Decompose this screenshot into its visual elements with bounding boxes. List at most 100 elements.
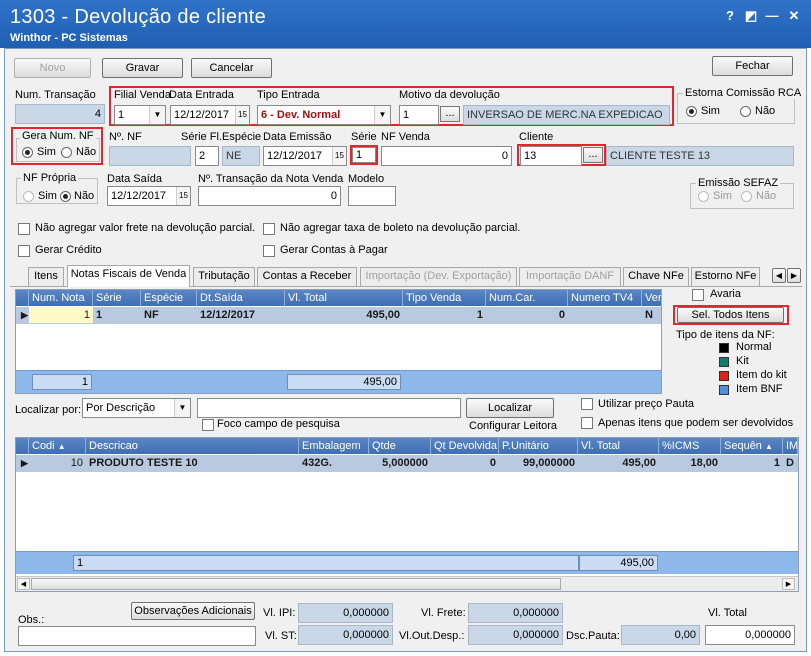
table-row[interactable]: ▶ 1 1 NF 12/12/2017 495,00 1 0 N xyxy=(16,307,661,324)
nao-agregar-frete-checkbox[interactable] xyxy=(18,223,30,235)
gerar-credito-checkbox[interactable] xyxy=(18,245,30,257)
nf-col-num-car[interactable]: Num.Car. xyxy=(486,290,568,306)
tab-importacao-danf[interactable]: Importação DANF xyxy=(519,267,621,286)
cell-p-unitario[interactable]: 99,000000 xyxy=(499,455,578,471)
data-entrada-field[interactable]: 12/12/2017 15 xyxy=(170,105,250,125)
apenas-devolvidos-checkbox[interactable] xyxy=(581,417,593,429)
estorna-sim-radio[interactable] xyxy=(686,106,697,117)
ntrans-nota-field[interactable]: 0 xyxy=(198,186,341,206)
nf-venda-field[interactable]: 0 xyxy=(381,146,512,166)
cell-num-nota[interactable]: 1 xyxy=(29,307,93,323)
gravar-button[interactable]: Gravar xyxy=(102,58,183,78)
nf-grid[interactable]: Num. Nota Série Espécie Dt.Saída Vl. Tot… xyxy=(15,289,662,394)
table-row[interactable]: ▶ 10 PRODUTO TESTE 10 432G. 5,000000 0 9… xyxy=(16,455,798,472)
items-col-descricao[interactable]: Descricao xyxy=(86,438,299,454)
search-input[interactable] xyxy=(197,398,461,418)
calendar-icon[interactable]: 15 xyxy=(176,187,190,205)
scroll-left-icon[interactable]: ◀ xyxy=(17,578,30,590)
items-grid[interactable]: Codi ▲ Descricao Embalagem Qtde Qt Devol… xyxy=(15,437,799,592)
nf-col-tipo-venda[interactable]: Tipo Venda xyxy=(403,290,486,306)
nf-col-num-nota[interactable]: Num. Nota xyxy=(29,290,93,306)
cell-sequencia[interactable]: 1 xyxy=(721,455,783,471)
cliente-cod-field[interactable]: 13 xyxy=(520,146,582,166)
minimize-icon[interactable]: — xyxy=(764,8,780,24)
tab-importacao-exportacao[interactable]: Importação (Dev. Exportação) xyxy=(360,267,517,286)
obs-field[interactable] xyxy=(18,626,256,646)
items-col-vl-total[interactable]: Vl. Total xyxy=(578,438,659,454)
scrollbar-thumb[interactable] xyxy=(31,578,561,590)
nf-propria-nao-radio[interactable] xyxy=(60,191,71,202)
cell-embalagem[interactable]: 432G. xyxy=(299,455,369,471)
serie-field[interactable]: 1 xyxy=(352,147,376,163)
horizontal-scrollbar[interactable]: ◀ ▶ xyxy=(16,576,798,591)
cell-ver[interactable]: N xyxy=(642,307,662,323)
vl-total-field[interactable]: 0,000000 xyxy=(705,625,795,645)
cell-qtde[interactable]: 5,000000 xyxy=(369,455,431,471)
localizar-por-select[interactable]: Por Descrição ▼ xyxy=(82,398,191,418)
scroll-right-icon[interactable]: ▶ xyxy=(782,578,795,590)
cell-tipo-venda[interactable]: 1 xyxy=(403,307,486,323)
items-col-embalagem[interactable]: Embalagem xyxy=(299,438,369,454)
cell-descricao[interactable]: PRODUTO TESTE 10 xyxy=(86,455,299,471)
tab-tributacao[interactable]: Tributação xyxy=(193,267,255,286)
nf-propria-sim-radio[interactable] xyxy=(23,191,34,202)
cell-num-car[interactable]: 0 xyxy=(486,307,568,323)
tab-scroll-left-icon[interactable]: ◀ xyxy=(772,268,786,283)
items-col-qtde[interactable]: Qtde xyxy=(369,438,431,454)
restore-icon[interactable]: ◩ xyxy=(743,8,759,24)
sefaz-nao-radio[interactable] xyxy=(741,191,752,202)
calendar-icon[interactable]: 15 xyxy=(235,106,249,124)
sefaz-sim-radio[interactable] xyxy=(698,191,709,202)
tab-scroll-right-icon[interactable]: ▶ xyxy=(787,268,801,283)
nf-col-numero-tv4[interactable]: Numero TV4 xyxy=(568,290,642,306)
sel-todos-itens-button[interactable]: Sel. Todos Itens xyxy=(677,307,784,323)
gerar-contas-checkbox[interactable] xyxy=(263,245,275,257)
calendar-icon[interactable]: 15 xyxy=(332,147,346,165)
data-emissao-field[interactable]: 12/12/2017 15 xyxy=(263,146,347,166)
motivo-cod-field[interactable]: 1 xyxy=(399,105,439,125)
nf-col-ver[interactable]: Ver xyxy=(642,290,662,306)
nf-col-vl-total[interactable]: Vl. Total xyxy=(285,290,403,306)
motivo-lookup-button[interactable]: ... xyxy=(440,106,460,122)
tab-contas-receber[interactable]: Contas a Receber xyxy=(257,267,357,286)
cell-especie[interactable]: NF xyxy=(141,307,197,323)
items-col-icms[interactable]: %ICMS xyxy=(659,438,721,454)
tab-notas-fiscais[interactable]: Notas Fiscais de Venda xyxy=(67,265,190,287)
tab-estorno-nfe[interactable]: Estorno NFe xyxy=(691,267,760,286)
items-col-imp[interactable]: IMP xyxy=(783,438,798,454)
help-icon[interactable]: ? xyxy=(722,8,738,24)
chevron-down-icon[interactable]: ▼ xyxy=(374,106,390,124)
cell-vl-total[interactable]: 495,00 xyxy=(578,455,659,471)
items-col-sequencia[interactable]: Sequên ▲ xyxy=(721,438,783,454)
cell-numero-tv4[interactable] xyxy=(568,307,642,323)
items-col-codi[interactable]: Codi ▲ xyxy=(29,438,86,454)
cell-dt-saida[interactable]: 12/12/2017 xyxy=(197,307,285,323)
chevron-down-icon[interactable]: ▼ xyxy=(149,106,165,124)
avaria-checkbox[interactable] xyxy=(692,289,704,301)
foco-checkbox[interactable] xyxy=(202,419,214,431)
gera-nf-sim-radio[interactable] xyxy=(22,147,33,158)
serie-fl-field[interactable]: 2 xyxy=(195,146,219,166)
observacoes-button[interactable]: Observações Adicionais xyxy=(131,602,255,620)
nf-col-especie[interactable]: Espécie xyxy=(141,290,197,306)
cell-serie[interactable]: 1 xyxy=(93,307,141,323)
tab-chave-nfe[interactable]: Chave NFe xyxy=(623,267,689,286)
tab-itens[interactable]: Itens xyxy=(28,267,64,286)
nf-col-dt-saida[interactable]: Dt.Saída xyxy=(197,290,285,306)
estorna-nao-radio[interactable] xyxy=(740,106,751,117)
items-col-p-unitario[interactable]: P.Unitário xyxy=(499,438,578,454)
filial-select[interactable]: 1 ▼ xyxy=(114,105,166,125)
novo-button[interactable]: Novo xyxy=(14,58,91,78)
cell-icms[interactable]: 18,00 xyxy=(659,455,721,471)
chevron-down-icon[interactable]: ▼ xyxy=(174,399,190,417)
cliente-lookup-button[interactable]: ... xyxy=(583,147,603,163)
gera-nf-nao-radio[interactable] xyxy=(61,147,72,158)
cell-imp[interactable]: D xyxy=(783,455,798,471)
preco-pauta-checkbox[interactable] xyxy=(581,398,593,410)
cell-codi[interactable]: 10 xyxy=(29,455,86,471)
modelo-field[interactable] xyxy=(348,186,396,206)
configurar-leitora-link[interactable]: Configurar Leitora xyxy=(469,420,557,432)
nf-col-serie[interactable]: Série xyxy=(93,290,141,306)
cell-vl-total[interactable]: 495,00 xyxy=(285,307,403,323)
items-col-qt-devolvida[interactable]: Qt Devolvida xyxy=(431,438,499,454)
